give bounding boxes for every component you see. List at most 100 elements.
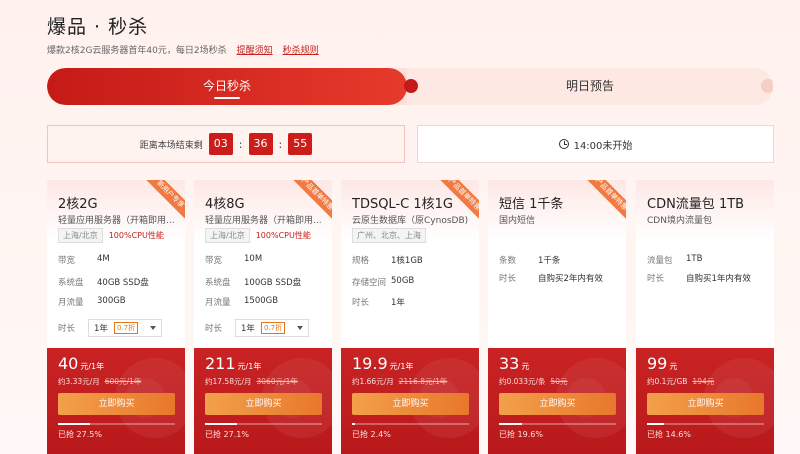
buy-now-button[interactable]: 立即购买 xyxy=(58,393,175,415)
page-subtitle-row: 爆款2核2G云服务器首年40元，每日2场秒杀 提醒须知 秒杀规则 xyxy=(47,43,319,56)
duration-value: 1年 xyxy=(241,324,255,334)
product-name: TDSQL-C 1核1G xyxy=(352,197,453,212)
spec-key: 条数 xyxy=(499,256,517,266)
sold-progress-fill xyxy=(352,423,355,425)
original-price: 3060元/1年 xyxy=(256,377,298,386)
product-desc: 云原生数据库（原CynosDB) xyxy=(352,216,469,226)
duration-select[interactable]: 1年 0.7折 xyxy=(88,319,163,337)
sold-text: 已抢 27.1% xyxy=(205,430,249,439)
product-name: 2核2G xyxy=(58,197,98,212)
spec-row: 条数 1千条 xyxy=(499,254,623,266)
tab-tomorrow[interactable]: 明日预告 xyxy=(407,68,773,105)
tab-end-dot xyxy=(761,79,773,93)
price-unit: 元/1年 xyxy=(237,362,262,371)
original-price: 50元 xyxy=(550,377,568,386)
countdown-separator: : xyxy=(278,137,283,151)
sub-price: 约3.33元/月 600元/1年 xyxy=(58,376,141,387)
session-tabs: 明日预告 今日秒杀 xyxy=(47,68,773,105)
spec-key: 系统盘 xyxy=(58,278,84,288)
buy-now-button[interactable]: 立即购买 xyxy=(499,393,616,415)
tab-today[interactable]: 今日秒杀 xyxy=(47,68,407,105)
spec-key: 带宽 xyxy=(205,256,223,266)
sold-progress-fill xyxy=(205,423,237,425)
next-session-panel[interactable]: 14:00未开始 xyxy=(417,125,774,163)
sold-progress-bar xyxy=(58,423,175,425)
spec-key: 系统盘 xyxy=(205,278,231,288)
spec-key: 时长 xyxy=(352,298,370,308)
price: 33 元 xyxy=(499,354,529,373)
spec-row: 系统盘 100GB SSD盘 xyxy=(205,276,329,288)
product-card: 产品首单特惠 4核8G 轻量应用服务器（开箱即用... 上海/北京 100%CP… xyxy=(194,180,332,454)
spec-value: 1核1GB xyxy=(391,256,423,266)
spec-row: 带宽 4M xyxy=(58,254,182,266)
buy-now-button[interactable]: 立即购买 xyxy=(352,393,469,415)
rules-link[interactable]: 秒杀规则 xyxy=(283,43,319,56)
tab-divider-dot xyxy=(404,79,418,93)
price-value: 211 xyxy=(205,354,236,373)
tag-row: 上海/北京 100%CPU性能 xyxy=(58,228,164,243)
original-price: 600元/1年 xyxy=(104,377,142,386)
spec-value: 4M xyxy=(97,254,110,264)
spec-value: 1500GB xyxy=(244,296,279,306)
countdown-hours: 03 xyxy=(208,133,233,155)
per-price: 约0.033元/条 xyxy=(499,377,546,386)
price-value: 99 xyxy=(647,354,668,373)
sold-progress-bar xyxy=(352,423,469,425)
page-title: 爆品 · 秒杀 xyxy=(47,16,149,38)
duration-select[interactable]: 1年 0.7折 xyxy=(235,319,310,337)
price-area: 40 元/1年 约3.33元/月 600元/1年 立即购买 已抢 27.5% xyxy=(47,348,185,454)
buy-now-button[interactable]: 立即购买 xyxy=(647,393,764,415)
duration-value: 1年 xyxy=(94,324,108,334)
sub-price: 约1.66元/月 2116.8元/1年 xyxy=(352,376,447,387)
price: 211 元/1年 xyxy=(205,354,261,373)
price-value: 40 xyxy=(58,354,79,373)
duration-label: 时长 xyxy=(205,324,223,334)
original-price: 2116.8元/1年 xyxy=(398,377,448,386)
tag-row: 广州、北京、上海 xyxy=(352,228,426,243)
duration-label: 时长 xyxy=(58,324,76,334)
clock-icon xyxy=(558,139,569,149)
spec-row: 流量包 1TB xyxy=(647,254,771,266)
product-desc: 轻量应用服务器（开箱即用... xyxy=(205,216,322,226)
price-unit: 元/1年 xyxy=(80,362,105,371)
feature-tag: 100%CPU性能 xyxy=(255,231,311,240)
spec-key: 规格 xyxy=(352,256,370,266)
spec-row: 存储空间 50GB xyxy=(352,276,476,288)
per-price: 约17.58元/月 xyxy=(205,377,252,386)
spec-row: 带宽 10M xyxy=(205,254,329,266)
price-value: 19.9 xyxy=(352,354,388,373)
tab-tomorrow-label: 明日预告 xyxy=(565,79,614,93)
region-tag: 广州、北京、上海 xyxy=(352,228,426,243)
page-subtitle: 爆款2核2G云服务器首年40元，每日2场秒杀 xyxy=(47,46,227,56)
sold-progress-bar xyxy=(647,423,764,425)
spec-key: 存储空间 xyxy=(352,278,387,288)
product-name: CDN流量包 1TB xyxy=(647,197,745,212)
spec-value: 300GB xyxy=(97,296,126,306)
sub-price: 约0.1元/GB 194元 xyxy=(647,376,714,387)
spec-value: 40GB SSD盘 xyxy=(97,278,149,288)
spec-value: 1千条 xyxy=(538,256,561,266)
price-unit: 元 xyxy=(521,362,530,371)
feature-tag: 100%CPU性能 xyxy=(108,231,164,240)
product-desc: 国内短信 xyxy=(499,216,536,226)
buy-now-button[interactable]: 立即购买 xyxy=(205,393,322,415)
spec-value: 自购买2年内有效 xyxy=(538,274,603,284)
chevron-down-icon xyxy=(150,326,157,330)
sold-text: 已抢 27.5% xyxy=(58,430,102,439)
sub-price: 约0.033元/条 50元 xyxy=(499,376,568,387)
duration-row: 时长 1年 0.7折 xyxy=(205,319,310,337)
price-value: 33 xyxy=(499,354,520,373)
countdown-separator: : xyxy=(238,137,243,151)
notice-link[interactable]: 提醒须知 xyxy=(237,43,273,56)
spec-value: 10M xyxy=(244,254,263,264)
spec-key: 月流量 xyxy=(58,298,84,308)
price-area: 99 元 约0.1元/GB 194元 立即购买 已抢 14.6% xyxy=(636,348,774,454)
countdown-label: 距离本场结束剩 xyxy=(139,140,203,151)
spec-key: 时长 xyxy=(499,274,517,284)
spec-value: 自购买1年内有效 xyxy=(686,274,751,284)
sold-text: 已抢 19.6% xyxy=(499,430,543,439)
spec-value: 1年 xyxy=(391,298,405,308)
sub-price: 约17.58元/月 3060元/1年 xyxy=(205,376,298,387)
spec-key: 流量包 xyxy=(647,256,673,266)
spec-row: 时长 1年 xyxy=(352,296,476,308)
